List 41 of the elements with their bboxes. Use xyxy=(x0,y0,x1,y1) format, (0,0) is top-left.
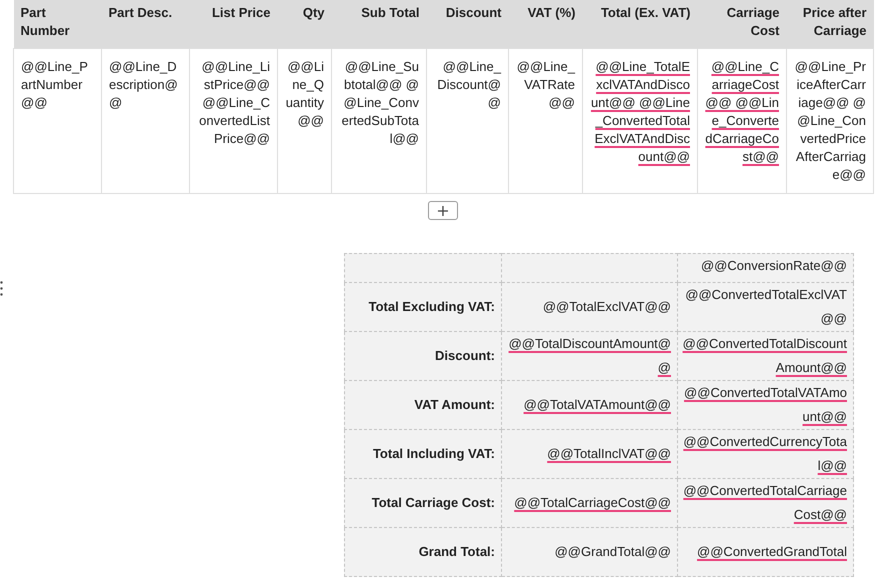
summary-label: Total Carriage Cost: xyxy=(372,495,495,510)
summary-value: @@TotalVATAmount@@ xyxy=(524,397,671,412)
table-cell: @@Line_Discount@@ xyxy=(426,48,508,194)
summary-value: @@ConvertedCurrencyTotal@@ xyxy=(683,434,847,473)
summary-value: @@ConvertedTotalDiscountAmount@@ xyxy=(682,336,847,375)
column-header: Part Desc. xyxy=(102,0,190,48)
summary-label: VAT Amount: xyxy=(414,397,495,412)
summary-value: @@ConvertedGrandTotal xyxy=(697,544,847,559)
table-cell: @@Line_PriceAfterCarriage@@ @@Line_ConvertedPriceAfterCarriage@@ xyxy=(786,48,874,194)
table-cell: @@Line_TotalExclVATAndDiscount@@ @@Line_ConvertedTotalExclVATAndDiscount@@ xyxy=(582,48,698,194)
summary-label: Total Excluding VAT: xyxy=(368,299,495,314)
table-cell: @@Line_ListPrice@@ @@Line_ConvertedListPrice@@ xyxy=(190,48,278,194)
summary-value: @@ConvertedTotalVATAmount@@ xyxy=(684,385,847,424)
column-header: Discount xyxy=(426,0,508,48)
column-header: Total (Ex. VAT) xyxy=(582,0,698,48)
column-header: Price after Carriage xyxy=(786,0,874,48)
summary-value: @@ConvertedTotalExclVAT@@ xyxy=(685,287,847,326)
table-cell: @@Line_CarriageCost@@ @@Line_ConvertedCarriageCost@@ xyxy=(698,48,786,194)
summary-value: @@ConvertedTotalCarriageCost@@ xyxy=(683,483,847,522)
column-header: Part Number xyxy=(14,0,102,48)
add-row-button[interactable]: + xyxy=(428,201,458,220)
drag-handle-icon[interactable] xyxy=(0,281,3,296)
summary-value: @@TotalExclVAT@@ xyxy=(542,299,671,314)
table-cell: @@Line_Quantity@@ xyxy=(278,48,332,194)
column-header: Sub Total xyxy=(332,0,426,48)
table-cell: @@Line_Subtotal@@ @@Line_ConvertedSubTotal@@ xyxy=(332,48,426,194)
summary-value: @@GrandTotal@@ xyxy=(554,544,671,559)
table-cell: @@Line_Description@@ xyxy=(102,48,190,194)
summary-value: @@TotalInclVAT@@ xyxy=(547,446,671,461)
table-cell: @@Line_PartNumber@@ xyxy=(14,48,102,194)
summary-label: Total Including VAT: xyxy=(372,446,495,461)
table-cell: @@Line_VATRate@@ xyxy=(508,48,582,194)
column-header: Qty xyxy=(278,0,332,48)
summary-value: @@ConversionRate@@ xyxy=(700,258,847,273)
summary-value: @@TotalCarriageCost@@ xyxy=(514,495,671,510)
summary-label: Discount: xyxy=(435,348,495,363)
summary-label: Grand Total: xyxy=(418,544,495,559)
column-header: Carriage Cost xyxy=(698,0,786,48)
column-header: VAT (%) xyxy=(508,0,582,48)
column-header: List Price xyxy=(190,0,278,48)
summary-value: @@TotalDiscountAmount@@ xyxy=(508,336,671,375)
